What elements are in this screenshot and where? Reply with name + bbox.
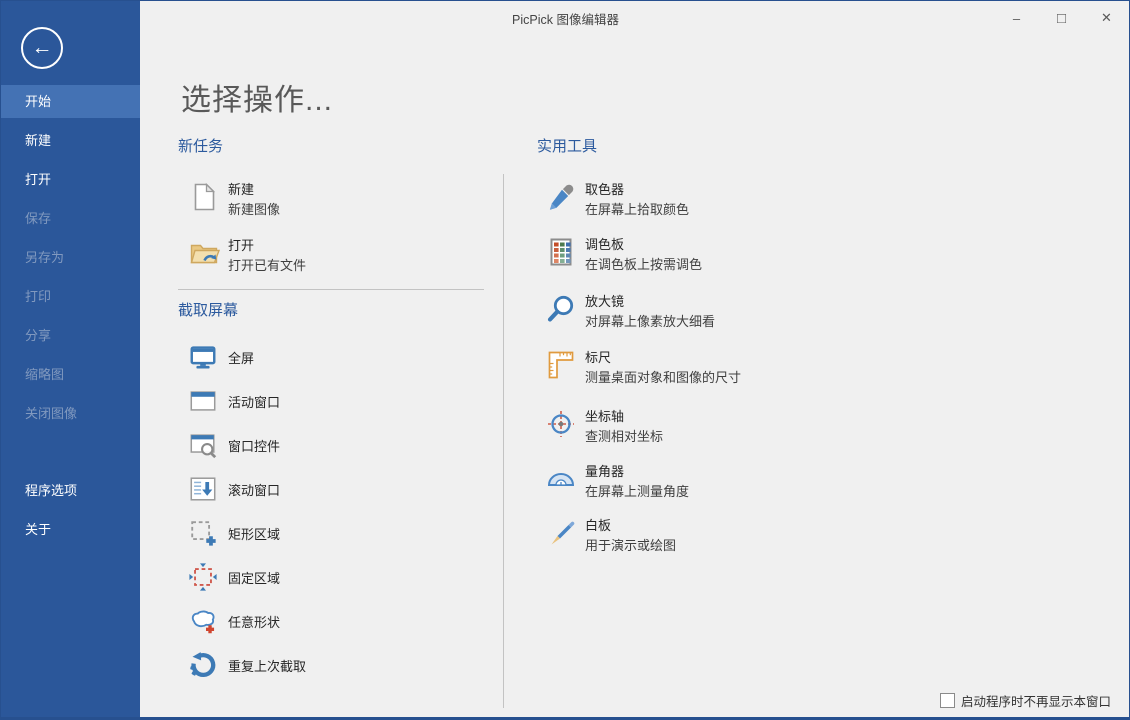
- picpick-window: PicPick 图像编辑器 – □ ✕ ← 开始 新建 打开 保存 另存为 打印…: [0, 0, 1130, 720]
- item-title: 取色器: [585, 181, 689, 198]
- capture-item-label: 任意形状: [228, 612, 280, 631]
- sidebar-spacer: [1, 433, 140, 471]
- section-heading-tools: 实用工具: [537, 135, 597, 156]
- horizontal-divider: [178, 289, 484, 290]
- sidebar: ← 开始 新建 打开 保存 另存为 打印 分享 缩略图 关闭图像 程序选项 关于: [1, 1, 140, 720]
- sidebar-item-save-as: 另存为: [1, 238, 140, 277]
- window-controls: – □ ✕: [994, 1, 1129, 35]
- sidebar-item-start[interactable]: 开始: [1, 85, 140, 118]
- capture-item-label: 矩形区域: [228, 524, 280, 543]
- maximize-button[interactable]: □: [1039, 1, 1084, 35]
- item-subtitle: 新建图像: [228, 201, 280, 218]
- fixed-region-icon: [188, 562, 218, 592]
- item-subtitle: 打开已有文件: [228, 257, 306, 274]
- capture-item-label: 重复上次截取: [228, 656, 306, 675]
- new-document-icon: [188, 181, 220, 213]
- capture-item-label: 活动窗口: [228, 392, 280, 411]
- capture-item-label: 滚动窗口: [228, 480, 280, 499]
- sidebar-item-save: 保存: [1, 199, 140, 238]
- active-window-icon: [188, 386, 218, 416]
- dont-show-again-option[interactable]: 启动程序时不再显示本窗口: [940, 691, 1111, 710]
- capture-item-rectangle-region[interactable]: 矩形区域: [188, 517, 280, 549]
- tool-item-protractor[interactable]: 量角器 在屏幕上测量角度: [545, 463, 689, 500]
- freehand-region-icon: [188, 606, 218, 636]
- capture-item-window-control[interactable]: 窗口控件: [188, 429, 280, 461]
- minimize-button[interactable]: –: [994, 1, 1039, 35]
- sidebar-item-open[interactable]: 打开: [1, 160, 140, 199]
- tool-item-magnifier[interactable]: 放大镜 对屏幕上像素放大细看: [545, 293, 715, 330]
- item-subtitle: 查测相对坐标: [585, 428, 663, 445]
- item-subtitle: 用于演示或绘图: [585, 537, 676, 554]
- whiteboard-pen-icon: [545, 517, 577, 549]
- scrolling-window-icon: [188, 474, 218, 504]
- ruler-icon: [545, 349, 577, 381]
- color-picker-icon: [545, 181, 577, 213]
- capture-item-label: 全屏: [228, 348, 254, 367]
- sidebar-item-print: 打印: [1, 277, 140, 316]
- item-title: 新建: [228, 181, 280, 198]
- item-subtitle: 在屏幕上测量角度: [585, 483, 689, 500]
- color-palette-icon: [545, 236, 577, 268]
- open-folder-icon: [188, 237, 220, 269]
- window-title: PicPick 图像编辑器: [512, 9, 619, 28]
- item-title: 调色板: [585, 236, 702, 253]
- item-title: 白板: [585, 517, 676, 534]
- section-heading-capture: 截取屏幕: [178, 299, 238, 320]
- protractor-icon: [545, 463, 577, 495]
- sidebar-item-about[interactable]: 关于: [1, 510, 140, 549]
- titlebar: PicPick 图像编辑器: [140, 1, 1129, 35]
- item-title: 坐标轴: [585, 408, 663, 425]
- tool-item-whiteboard[interactable]: 白板 用于演示或绘图: [545, 517, 676, 554]
- sidebar-item-thumbnail: 缩略图: [1, 355, 140, 394]
- capture-item-label: 窗口控件: [228, 436, 280, 455]
- item-title: 打开: [228, 237, 306, 254]
- page-title: 选择操作...: [181, 75, 333, 119]
- item-subtitle: 对屏幕上像素放大细看: [585, 313, 715, 330]
- item-title: 量角器: [585, 463, 689, 480]
- window-control-icon: [188, 430, 218, 460]
- rectangle-region-icon: [188, 518, 218, 548]
- vertical-divider: [503, 174, 504, 708]
- capture-item-label: 固定区域: [228, 568, 280, 587]
- main-content: 选择操作... 新任务 新建 新建图像: [140, 35, 1129, 717]
- sidebar-item-share: 分享: [1, 316, 140, 355]
- item-subtitle: 在屏幕上拾取颜色: [585, 201, 689, 218]
- back-button[interactable]: ←: [21, 27, 63, 69]
- fullscreen-monitor-icon: [188, 342, 218, 372]
- capture-item-active-window[interactable]: 活动窗口: [188, 385, 280, 417]
- item-title: 放大镜: [585, 293, 715, 310]
- tool-item-color-picker[interactable]: 取色器 在屏幕上拾取颜色: [545, 181, 689, 218]
- repeat-capture-icon: [188, 650, 218, 680]
- back-arrow-icon: ←: [32, 37, 53, 58]
- item-title: 标尺: [585, 349, 741, 366]
- capture-item-freehand[interactable]: 任意形状: [188, 605, 280, 637]
- dont-show-checkbox[interactable]: [940, 693, 955, 708]
- sidebar-nav: 开始 新建 打开 保存 另存为 打印 分享 缩略图 关闭图像 程序选项 关于: [1, 82, 140, 549]
- section-heading-new-tasks: 新任务: [178, 135, 223, 156]
- crosshair-icon: [545, 408, 577, 440]
- new-task-item-new[interactable]: 新建 新建图像: [188, 181, 280, 218]
- dont-show-checkbox-label: 启动程序时不再显示本窗口: [961, 691, 1111, 710]
- close-button[interactable]: ✕: [1084, 1, 1129, 35]
- sidebar-item-close-image: 关闭图像: [1, 394, 140, 433]
- capture-item-fixed-region[interactable]: 固定区域: [188, 561, 280, 593]
- capture-item-repeat-last[interactable]: 重复上次截取: [188, 649, 306, 681]
- sidebar-item-new[interactable]: 新建: [1, 121, 140, 160]
- tool-item-crosshair[interactable]: 坐标轴 查测相对坐标: [545, 408, 663, 445]
- item-subtitle: 在调色板上按需调色: [585, 256, 702, 273]
- tool-item-color-palette[interactable]: 调色板 在调色板上按需调色: [545, 236, 702, 273]
- capture-item-scrolling-window[interactable]: 滚动窗口: [188, 473, 280, 505]
- magnifier-icon: [545, 293, 577, 325]
- capture-item-fullscreen[interactable]: 全屏: [188, 341, 254, 373]
- new-task-item-open[interactable]: 打开 打开已有文件: [188, 237, 306, 274]
- item-subtitle: 测量桌面对象和图像的尺寸: [585, 369, 741, 386]
- sidebar-item-program-options[interactable]: 程序选项: [1, 471, 140, 510]
- tool-item-ruler[interactable]: 标尺 测量桌面对象和图像的尺寸: [545, 349, 741, 386]
